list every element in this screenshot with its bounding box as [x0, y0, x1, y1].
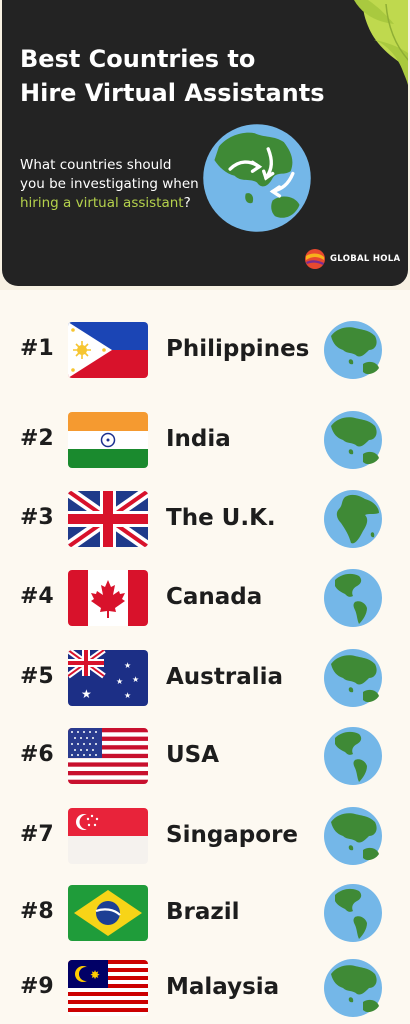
- header-section: Best Countries to Hire Virtual Assistant…: [0, 0, 410, 290]
- country-name: Brazil: [166, 899, 240, 925]
- rank-label: #7: [20, 822, 54, 847]
- rank-label: #6: [20, 742, 54, 767]
- usa-flag-icon: [68, 728, 148, 784]
- brand-logo: GLOBAL HOLA: [304, 248, 400, 270]
- europe-africa-globe-icon: [324, 490, 382, 548]
- rank-label: #8: [20, 899, 54, 924]
- asia-globe-icon: [324, 321, 382, 379]
- americas-globe-icon: [324, 727, 382, 785]
- list-item: #5 ★ ★ ★ ★ ★ Australia: [0, 646, 410, 710]
- singapore-flag-icon: [68, 808, 148, 864]
- rank-label: #1: [20, 336, 54, 361]
- americas-globe-icon: [324, 569, 382, 627]
- list-item: #6 USA: [0, 724, 410, 788]
- list-item: #3 The U.K.: [0, 487, 410, 551]
- canada-flag-icon: [68, 570, 148, 626]
- brazil-flag-icon: [68, 885, 148, 941]
- svg-text:★: ★: [124, 661, 131, 670]
- list-item: #8 Brazil: [0, 881, 410, 945]
- rank-label: #4: [20, 584, 54, 609]
- country-name: Canada: [166, 584, 263, 610]
- country-name: The U.K.: [166, 505, 276, 531]
- header-panel: Best Countries to Hire Virtual Assistant…: [2, 0, 408, 286]
- title-line-1: Best Countries to: [20, 45, 256, 73]
- subtitle-text: What countries should you be investigati…: [20, 157, 199, 192]
- svg-text:★: ★: [132, 675, 139, 684]
- list-item: #9 ✸ Malaysia: [0, 956, 410, 1020]
- rank-label: #9: [20, 974, 54, 999]
- asia-globe-icon: [324, 807, 382, 865]
- rank-label: #3: [20, 505, 54, 530]
- svg-text:★: ★: [81, 687, 92, 701]
- asia-globe-icon: [324, 411, 382, 469]
- country-name: Malaysia: [166, 974, 280, 1000]
- brand-name: GLOBAL HOLA: [330, 254, 401, 264]
- asia-globe-icon: [324, 649, 382, 707]
- country-name: Singapore: [166, 822, 299, 848]
- subtitle-end: ?: [183, 195, 191, 211]
- subtitle: What countries should you be investigati…: [20, 156, 200, 213]
- list-item: #4 Canada: [0, 566, 410, 630]
- subtitle-highlight: hiring a virtual assistant: [20, 195, 184, 211]
- title-line-2: Hire Virtual Assistants: [20, 79, 325, 107]
- rank-label: #5: [20, 664, 54, 689]
- philippines-flag-icon: [68, 322, 148, 378]
- country-name: India: [166, 426, 231, 452]
- svg-text:✸: ✸: [90, 968, 100, 982]
- page-title: Best Countries to Hire Virtual Assistant…: [20, 42, 350, 110]
- malaysia-flag-icon: ✸: [68, 960, 148, 1016]
- list-item: #7 Singapore: [0, 804, 410, 868]
- country-name: Australia: [166, 664, 284, 690]
- list-item: #2 India: [0, 408, 410, 472]
- svg-text:★: ★: [124, 691, 131, 700]
- americas-globe-icon: [324, 884, 382, 942]
- global-hola-logo-icon: [305, 249, 325, 269]
- country-name: USA: [166, 742, 220, 768]
- list-item: #1 Philippines: [0, 318, 410, 382]
- svg-text:★: ★: [116, 677, 123, 686]
- uk-flag-icon: [68, 491, 148, 547]
- rank-label: #2: [20, 426, 54, 451]
- india-flag-icon: [68, 412, 148, 468]
- globe-arrows-icon: [203, 124, 311, 232]
- country-name: Philippines: [166, 336, 310, 362]
- australia-flag-icon: ★ ★ ★ ★ ★: [68, 650, 148, 706]
- asia-globe-icon: [324, 959, 382, 1017]
